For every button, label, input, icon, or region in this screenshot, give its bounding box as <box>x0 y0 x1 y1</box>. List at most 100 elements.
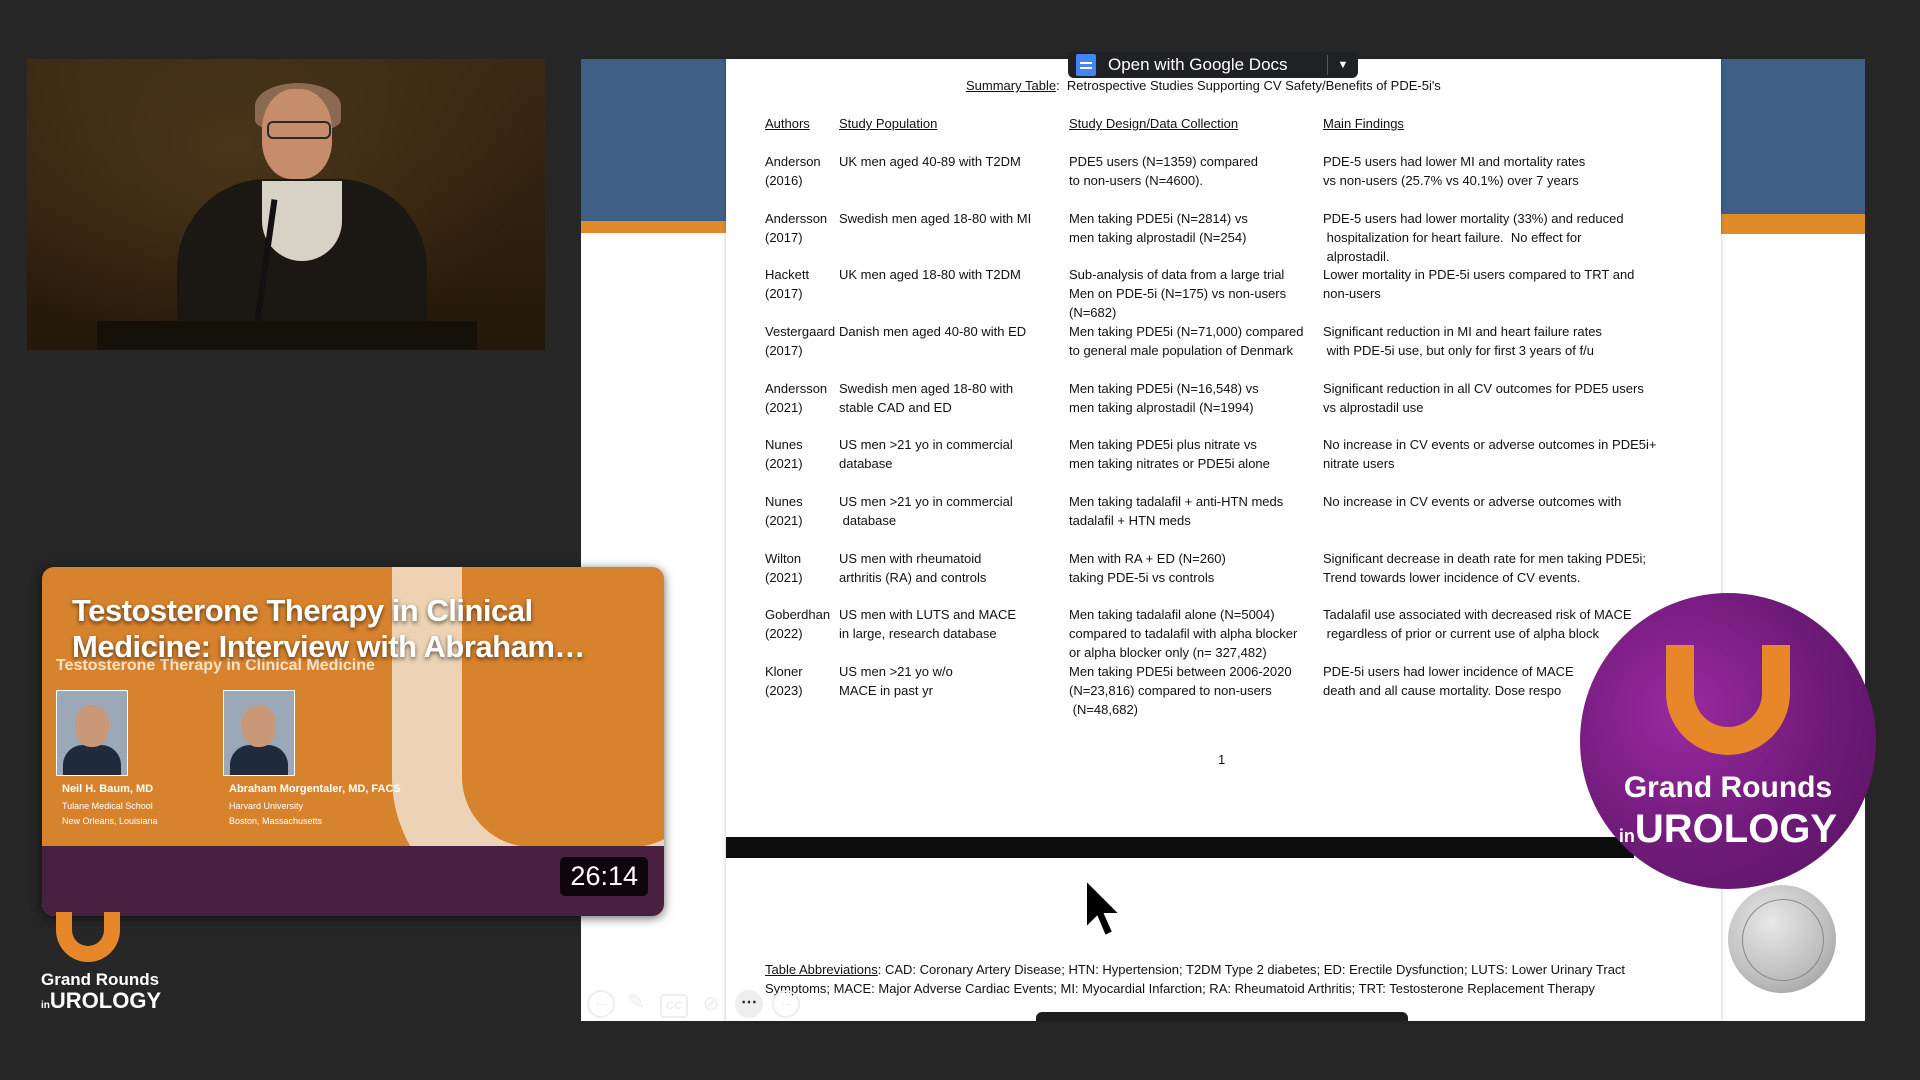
cell-line: vs alprostadil use <box>1323 400 1424 415</box>
person1-name: Neil H. Baum, MD <box>62 783 154 795</box>
cell-line: (2021) <box>765 400 803 415</box>
cell-line: Significant decrease in death rate for m… <box>1323 551 1647 566</box>
cell-line: taking PDE-5i vs controls <box>1069 570 1215 585</box>
cell-line: Danish men aged 40-80 with ED <box>839 324 1027 339</box>
cell-line: Men with RA + ED (N=260) <box>1069 551 1226 566</box>
cell-line: Nunes <box>765 494 803 509</box>
pen-icon[interactable]: ✎ <box>622 988 650 1016</box>
forward-icon[interactable]: → <box>772 990 800 1018</box>
table-cell-design: PDE5 users (N=1359) compared to non-users… <box>1069 152 1258 190</box>
cell-line: in large, research database <box>839 626 997 641</box>
cell-line: Men taking PDE5i (N=2814) vs <box>1069 211 1248 226</box>
more-icon[interactable]: ⋯ <box>735 990 763 1018</box>
cell-line: Men taking tadalafil + anti-HTN meds <box>1069 494 1284 509</box>
cell-line: US men >21 yo in commercial <box>839 494 1013 509</box>
cell-line: Significant reduction in all CV outcomes… <box>1323 381 1644 396</box>
cell-line: (2017) <box>765 286 803 301</box>
cell-line: Swedish men aged 18-80 with <box>839 381 1014 396</box>
back-icon[interactable]: ← <box>587 990 615 1018</box>
cell-line: men taking alprostadil (N=254) <box>1069 230 1247 245</box>
table-cell-population: US men >21 yo in commercial database <box>839 435 1013 473</box>
cell-line: (N=48,682) <box>1069 702 1139 717</box>
table-cell-design: Men taking PDE5i plus nitrate vs men taki… <box>1069 435 1270 473</box>
cell-line: vs non-users (25.7% vs 40.1%) over 7 yea… <box>1323 173 1579 188</box>
logo-u-icon <box>56 912 120 962</box>
table-cell-findings: Lower mortality in PDE-5i users compared… <box>1323 265 1634 303</box>
cell-line: PDE-5 users had lower mortality (33%) an… <box>1323 211 1624 226</box>
table-cell-findings: Tadalafil use associated with decreased … <box>1323 605 1632 643</box>
logo-in: in <box>1618 826 1635 846</box>
open-with-google-docs-button[interactable]: Open with Google Docs ▼ <box>1068 52 1358 78</box>
cell-line: Men taking tadalafil alone (N=5004) <box>1069 607 1275 622</box>
page-number: 1 <box>1218 752 1226 767</box>
table-cell-author: Nunes (2021) <box>765 492 803 530</box>
cell-line: Lower mortality in PDE-5i users compared… <box>1323 267 1635 282</box>
table-cell-design: Men taking PDE5i between 2006-2020 (N=23,… <box>1069 662 1292 719</box>
abbreviations-text: : CAD: Coronary Artery Disease; HTN: Hyp… <box>765 962 1626 996</box>
header-main-findings: Main Findings <box>1323 116 1404 131</box>
cell-line: stable CAD and ED <box>839 400 952 415</box>
cell-line: Trend towards lower incidence of CV even… <box>1323 570 1581 585</box>
cell-line: Kloner <box>765 664 803 679</box>
cell-line: regardless of prior or current use of al… <box>1323 626 1600 641</box>
small-logo-line2: inUROLOGY <box>41 988 161 1014</box>
table-cell-design: Men taking PDE5i (N=16,548) vs men taking… <box>1069 379 1259 417</box>
cc-icon[interactable]: CC <box>660 994 688 1018</box>
cell-line: No increase in CV events or adverse outc… <box>1323 494 1622 509</box>
cell-line: Andersson <box>765 211 828 226</box>
table-cell-author: Anderson (2016) <box>765 152 821 190</box>
cell-line: Men on PDE-5i (N=175) vs non-users <box>1069 286 1287 301</box>
table-abbreviations: Table Abbreviations: CAD: Coronary Arter… <box>765 960 1665 998</box>
slide-bottom-bar <box>1036 1012 1408 1021</box>
cell-line: Nunes <box>765 437 803 452</box>
cell-line: database <box>839 456 893 471</box>
cell-line: US men >21 yo w/o <box>839 664 953 679</box>
cell-line: Swedish men aged 18-80 with MI <box>839 211 1032 226</box>
table-cell-findings: PDE-5 users had lower mortality (33%) an… <box>1323 209 1624 266</box>
cell-line: database <box>839 513 897 528</box>
cell-line: compared to tadalafil with alpha blocker <box>1069 626 1298 641</box>
table-cell-population: US men with rheumatoid arthritis (RA) and… <box>839 549 986 587</box>
table-cell-author: Goberdhan (2022) <box>765 605 830 643</box>
table-cell-author: Vestergaard (2017) <box>765 322 835 360</box>
cell-line: (2021) <box>765 570 803 585</box>
person1-location: New Orleans, Louisiana <box>62 816 158 826</box>
cell-line: (N=682) <box>1069 305 1117 320</box>
avatar <box>56 690 128 776</box>
cell-line: No increase in CV events or adverse outc… <box>1323 437 1657 452</box>
small-logo-line1: Grand Rounds <box>41 970 160 989</box>
logo-line2: inUROLOGY <box>1580 807 1876 852</box>
cell-line: arthritis (RA) and controls <box>839 570 987 585</box>
video-card[interactable]: Testosterone Therapy in Clinical Medicin… <box>42 567 664 916</box>
logo-u-icon <box>1666 645 1790 755</box>
cell-line: alprostadil. <box>1323 249 1390 264</box>
cell-line: (2023) <box>765 683 803 698</box>
page-separator <box>726 837 1634 858</box>
logo-line1: Grand Rounds <box>1623 771 1833 804</box>
table-cell-design: Men taking PDE5i (N=2814) vs men taking a… <box>1069 209 1248 247</box>
cell-line: death and all cause mortality. Dose resp… <box>1323 683 1562 698</box>
cell-line: Sub-analysis of data from a large trial <box>1069 267 1285 282</box>
person1-affiliation: Tulane Medical School <box>62 801 153 811</box>
cell-line: with PDE-5i use, but only for first 3 ye… <box>1323 343 1594 358</box>
video-title[interactable]: Testosterone Therapy in Clinical Medicin… <box>72 593 612 665</box>
chevron-down-icon[interactable]: ▼ <box>1328 59 1358 71</box>
cell-line: Andersson <box>765 381 828 396</box>
cell-line: nitrate users <box>1323 456 1395 471</box>
table-cell-findings: PDE-5i users had lower incidence of MACE… <box>1323 662 1574 700</box>
seal-icon <box>1728 885 1836 993</box>
google-docs-icon <box>1076 54 1096 76</box>
caption-text: Retrospective Studies Supporting CV Safe… <box>1066 78 1441 93</box>
cell-line: or alpha blocker only (n= 327,482) <box>1069 645 1267 660</box>
table-cell-design: Men taking PDE5i (N=71,000) compared to g… <box>1069 322 1303 360</box>
cell-line: UK men aged 40-89 with T2DM <box>839 154 1021 169</box>
camera-off-icon[interactable]: ⊘ <box>697 990 725 1018</box>
cell-line: Men taking PDE5i (N=71,000) compared <box>1069 324 1304 339</box>
table-cell-findings: Significant reduction in all CV outcomes… <box>1323 379 1644 417</box>
cell-line: Men taking PDE5i between 2006-2020 <box>1069 664 1292 679</box>
table-cell-population: US men >21 yo w/o MACE in past yr <box>839 662 953 700</box>
slide-orange-stripe-right <box>1721 214 1865 234</box>
cell-line: PDE-5i users had lower incidence of MACE <box>1323 664 1574 679</box>
table-cell-findings: Significant reduction in MI and heart fa… <box>1323 322 1602 360</box>
cell-line: men taking nitrates or PDE5i alone <box>1069 456 1270 471</box>
